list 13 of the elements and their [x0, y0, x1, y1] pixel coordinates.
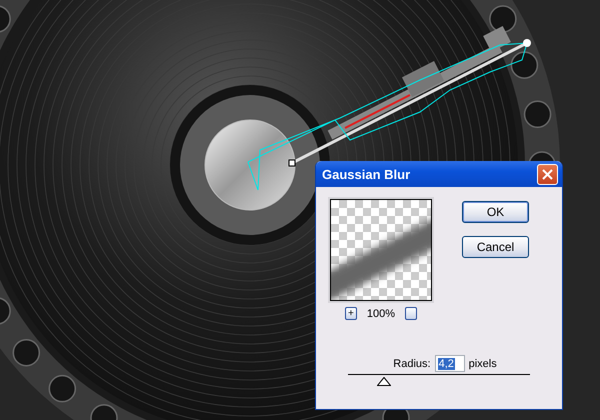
dialog-title: Gaussian Blur	[322, 166, 410, 182]
radius-slider[interactable]	[348, 374, 530, 387]
slider-thumb[interactable]	[377, 377, 392, 386]
zoom-in-button[interactable]: +	[344, 307, 357, 320]
unit-label: pixels	[468, 358, 497, 370]
radius-label: Radius:	[393, 358, 431, 370]
ok-button[interactable]: OK	[462, 201, 529, 223]
close-icon	[542, 168, 553, 180]
cancel-button[interactable]: Cancel	[462, 236, 529, 258]
zoom-level: 100%	[366, 308, 396, 320]
radius-field[interactable]: 4,2	[434, 355, 465, 372]
close-button[interactable]	[537, 164, 558, 184]
zoom-out-button[interactable]	[405, 307, 418, 320]
